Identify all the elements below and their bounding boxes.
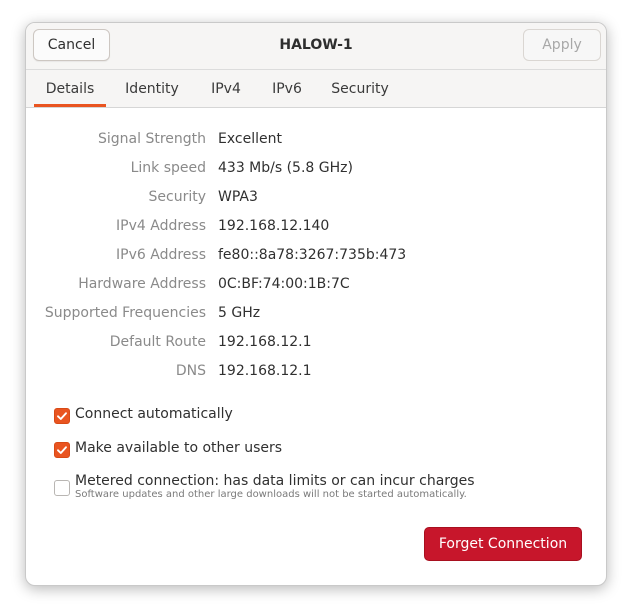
detail-supported-frequencies: Supported Frequencies 5 GHz <box>26 305 606 325</box>
detail-value: 192.168.12.1 <box>218 334 312 350</box>
tab-ipv6[interactable]: IPv6 <box>260 70 314 107</box>
detail-label: IPv4 Address <box>116 218 206 234</box>
detail-value: Excellent <box>218 131 282 147</box>
detail-ipv6-address: IPv6 Address fe80::8a78:3267:735b:473 <box>26 247 606 267</box>
tab-security[interactable]: Security <box>322 70 398 107</box>
detail-label: Default Route <box>109 334 206 350</box>
connect-automatically-label: Connect automatically <box>75 406 233 422</box>
detail-label: Signal Strength <box>97 131 206 147</box>
metered-connection-label: Metered connection: has data limits or c… <box>75 473 475 489</box>
available-to-others-checkbox[interactable] <box>54 442 70 458</box>
detail-value: WPA3 <box>218 189 258 205</box>
detail-value: 192.168.12.140 <box>218 218 330 234</box>
detail-value: 0C:BF:74:00:1B:7C <box>218 276 350 292</box>
available-to-others-label: Make available to other users <box>75 440 283 456</box>
metered-connection-sublabel: Software updates and other large downloa… <box>75 489 467 500</box>
detail-link-speed: Link speed 433 Mb/s (5.8 GHz) <box>26 160 606 180</box>
detail-value: 433 Mb/s (5.8 GHz) <box>218 160 353 176</box>
detail-label: Hardware Address <box>78 276 206 292</box>
detail-security: Security WPA3 <box>26 189 606 209</box>
detail-ipv4-address: IPv4 Address 192.168.12.140 <box>26 218 606 238</box>
detail-value: fe80::8a78:3267:735b:473 <box>218 247 407 263</box>
connect-automatically-checkbox[interactable] <box>54 408 70 424</box>
metered-connection-checkbox[interactable] <box>54 480 70 496</box>
detail-label: DNS <box>175 363 206 379</box>
detail-default-route: Default Route 192.168.12.1 <box>26 334 606 354</box>
apply-button[interactable]: Apply <box>523 29 601 61</box>
header-bar: Cancel HALOW-1 Apply <box>26 23 606 70</box>
forget-connection-button[interactable]: Forget Connection <box>424 527 582 561</box>
detail-label: Supported Frequencies <box>44 305 206 321</box>
dialog-title: HALOW-1 <box>279 37 353 53</box>
detail-value: 192.168.12.1 <box>218 363 312 379</box>
tab-details[interactable]: Details <box>34 70 106 107</box>
detail-value: 5 GHz <box>218 305 261 321</box>
detail-label: Security <box>148 189 207 205</box>
detail-signal-strength: Signal Strength Excellent <box>26 131 606 151</box>
tab-ipv4[interactable]: IPv4 <box>198 70 254 107</box>
tab-identity[interactable]: Identity <box>116 70 188 107</box>
connection-dialog: Cancel HALOW-1 Apply Details Identity IP… <box>25 22 607 586</box>
detail-dns: DNS 192.168.12.1 <box>26 363 606 383</box>
detail-label: IPv6 Address <box>116 247 206 263</box>
detail-hardware-address: Hardware Address 0C:BF:74:00:1B:7C <box>26 276 606 296</box>
checkmark-icon <box>57 446 67 454</box>
checkmark-icon <box>57 412 67 420</box>
tab-bar: Details Identity IPv4 IPv6 Security <box>26 70 606 108</box>
detail-label: Link speed <box>130 160 206 176</box>
